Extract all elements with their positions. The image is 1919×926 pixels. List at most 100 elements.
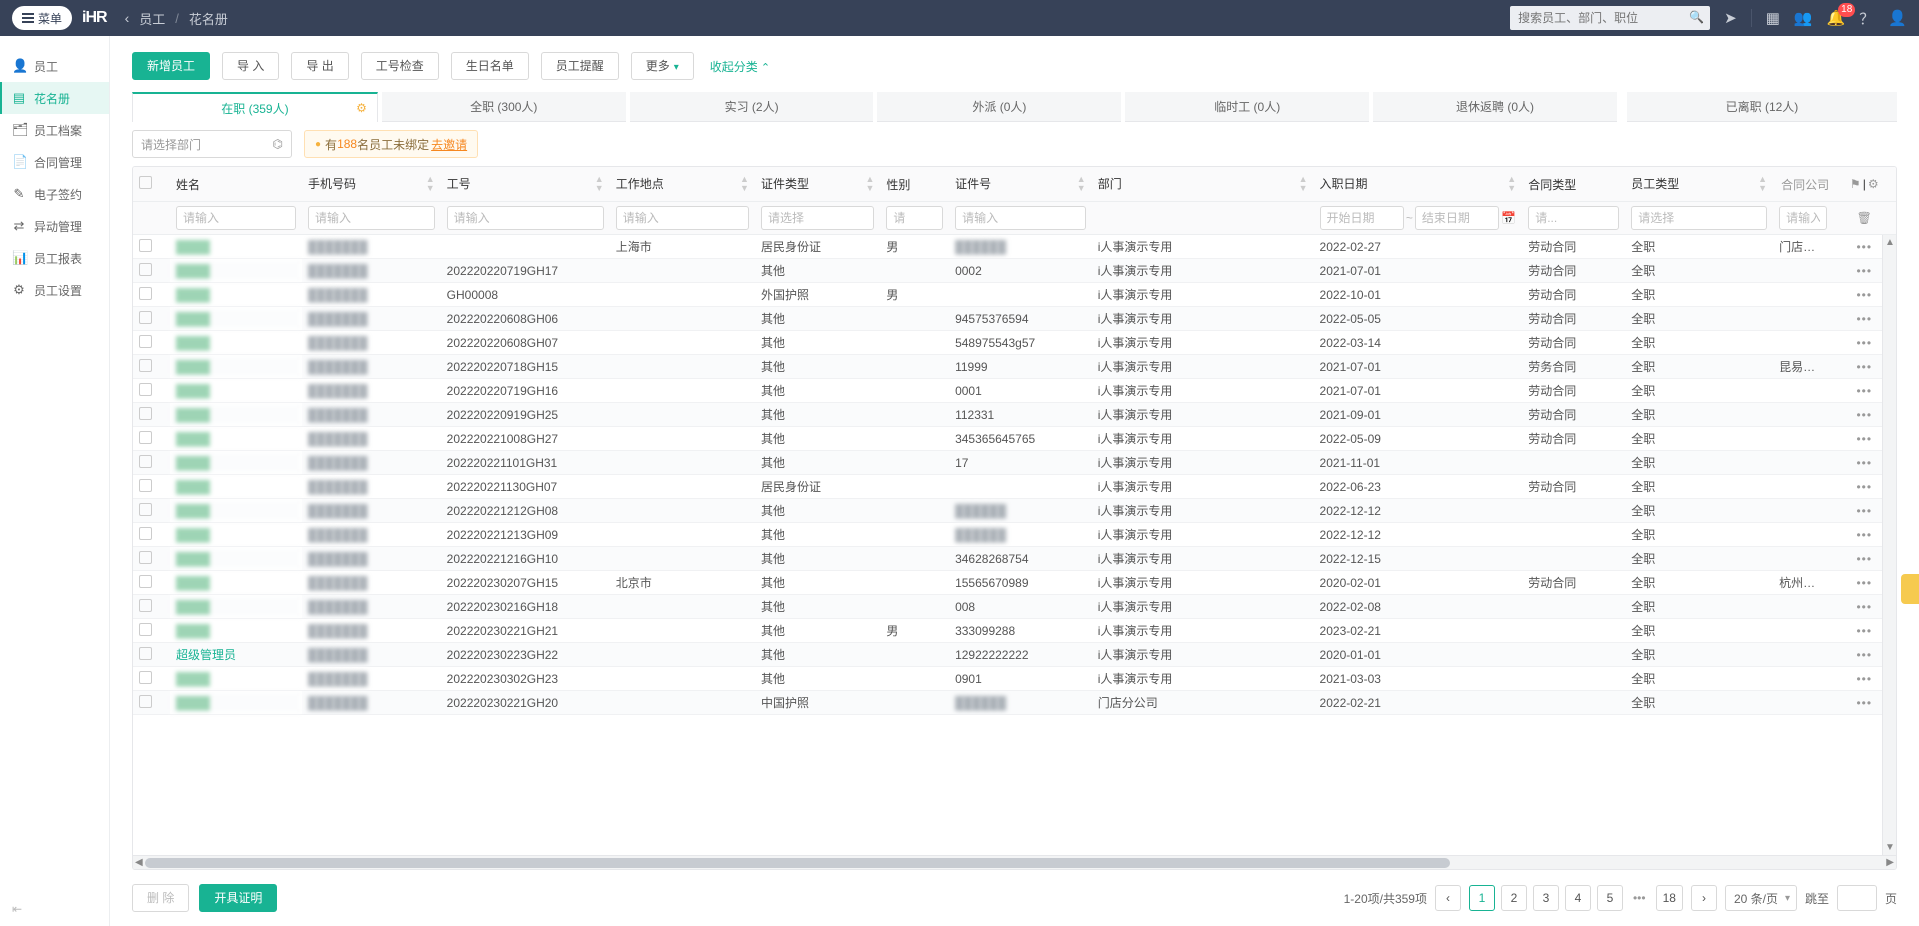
table-row[interactable]: ███████████202220230216GH18其他008i人事演示专用2… <box>133 595 1896 619</box>
row-actions-icon[interactable]: ••• <box>1856 408 1872 422</box>
table-row[interactable]: ███████████202220230221GH21其他男333099288i… <box>133 619 1896 643</box>
row-checkbox[interactable] <box>139 455 152 468</box>
row-checkbox[interactable] <box>139 407 152 420</box>
scroll-left-icon[interactable]: ◀ <box>135 857 143 868</box>
filter-loc-input[interactable] <box>616 206 749 230</box>
delete-button[interactable]: 删 除 <box>132 884 189 912</box>
row-checkbox[interactable] <box>139 359 152 372</box>
scroll-thumb[interactable] <box>145 858 1450 868</box>
page-button-4[interactable]: 4 <box>1565 885 1591 911</box>
row-checkbox[interactable] <box>139 263 152 276</box>
row-checkbox[interactable] <box>139 599 152 612</box>
tab-2[interactable]: 实习 (2人) <box>630 92 874 122</box>
row-actions-icon[interactable]: ••• <box>1856 600 1872 614</box>
more-button[interactable]: 更多 <box>631 52 694 80</box>
table-row[interactable]: ███████████202220230221GH20中国护照██████门店分… <box>133 691 1896 715</box>
table-row[interactable]: ███████████202220230207GH15北京市其他15565670… <box>133 571 1896 595</box>
invite-link[interactable]: 去邀请 <box>431 136 467 153</box>
row-checkbox[interactable] <box>139 647 152 660</box>
row-actions-icon[interactable]: ••• <box>1856 384 1872 398</box>
col-idno[interactable]: 证件号▲▼ <box>949 167 1092 202</box>
cell-name[interactable]: ████ <box>170 355 302 379</box>
col-dept[interactable]: 部门▲▼ <box>1092 167 1314 202</box>
scroll-right-icon[interactable]: ▶ <box>1886 857 1894 868</box>
table-row[interactable]: ███████████202220221212GH08其他██████i人事演示… <box>133 499 1896 523</box>
row-checkbox[interactable] <box>139 551 152 564</box>
search-icon[interactable]: 🔍 <box>1689 10 1704 24</box>
row-checkbox[interactable] <box>139 311 152 324</box>
cell-name[interactable]: ████ <box>170 571 302 595</box>
table-row[interactable]: ███████████202220221008GH27其他34536564576… <box>133 427 1896 451</box>
menu-button[interactable]: 菜单 <box>12 6 72 30</box>
issue-certificate-button[interactable]: 开具证明 <box>199 884 277 912</box>
sidebar-item-4[interactable]: ✎电子签约 <box>0 178 109 210</box>
row-actions-icon[interactable]: ••• <box>1856 672 1872 686</box>
cell-name[interactable]: ████ <box>170 691 302 715</box>
dept-select[interactable]: 请选择部门 ⌬ <box>132 130 292 158</box>
tab-5[interactable]: 退休返聘 (0人) <box>1373 92 1617 122</box>
sidebar-item-2[interactable]: 🗂员工档案 <box>0 114 109 146</box>
sidebar-item-7[interactable]: ⚙员工设置 <box>0 274 109 306</box>
row-checkbox[interactable] <box>139 287 152 300</box>
tab-3[interactable]: 外派 (0人) <box>877 92 1121 122</box>
page-button-1[interactable]: 1 <box>1469 885 1495 911</box>
row-checkbox[interactable] <box>139 383 152 396</box>
user-icon[interactable]: 👤 <box>1888 9 1907 27</box>
add-employee-button[interactable]: 新增员工 <box>132 52 210 80</box>
row-checkbox[interactable] <box>139 671 152 684</box>
last-page-button[interactable]: 18 <box>1656 885 1683 911</box>
scroll-down-icon[interactable]: ▼ <box>1885 842 1895 853</box>
col-name[interactable]: 姓名 <box>170 167 302 202</box>
sidebar-item-5[interactable]: ⇄异动管理 <box>0 210 109 242</box>
birthday-list-button[interactable]: 生日名单 <box>451 52 529 80</box>
next-page-button[interactable]: › <box>1691 885 1717 911</box>
sidebar-item-6[interactable]: 📊员工报表 <box>0 242 109 274</box>
scroll-up-icon[interactable]: ▲ <box>1885 237 1895 248</box>
sidebar-collapse-icon[interactable]: ⇤ <box>12 902 22 916</box>
row-actions-icon[interactable]: ••• <box>1856 648 1872 662</box>
tab-0[interactable]: 在职 (359人)⚙ <box>132 92 378 122</box>
send-icon[interactable]: ➤ <box>1724 9 1737 27</box>
row-actions-icon[interactable]: ••• <box>1856 528 1872 542</box>
row-actions-icon[interactable]: ••• <box>1856 360 1872 374</box>
row-actions-icon[interactable]: ••• <box>1856 552 1872 566</box>
global-search[interactable]: 🔍 <box>1510 6 1710 30</box>
row-actions-icon[interactable]: ••• <box>1856 288 1872 302</box>
import-button[interactable]: 导 入 <box>222 52 279 80</box>
filter-ctype-select[interactable] <box>1528 206 1619 230</box>
prev-page-button[interactable]: ‹ <box>1435 885 1461 911</box>
filter-icon[interactable]: ⚑ <box>1850 177 1861 191</box>
table-row[interactable]: 超级管理员███████202220230223GH22其他1292222222… <box>133 643 1896 667</box>
settings-icon[interactable]: ⚙ <box>1868 177 1879 191</box>
row-checkbox[interactable] <box>139 575 152 588</box>
row-actions-icon[interactable]: ••• <box>1856 312 1872 326</box>
qrcode-icon[interactable]: ▦ <box>1751 9 1780 27</box>
row-actions-icon[interactable]: ••• <box>1856 240 1872 254</box>
col-idtype[interactable]: 证件类型▲▼ <box>755 167 880 202</box>
row-actions-icon[interactable]: ••• <box>1856 480 1872 494</box>
sidebar-item-1[interactable]: ▤花名册 <box>0 82 109 114</box>
cell-name[interactable]: ████ <box>170 667 302 691</box>
page-button-5[interactable]: 5 <box>1597 885 1623 911</box>
row-checkbox[interactable] <box>139 479 152 492</box>
table-row[interactable]: ███████████202220220719GH16其他0001i人事演示专用… <box>133 379 1896 403</box>
filter-idtype-select[interactable] <box>761 206 874 230</box>
row-checkbox[interactable] <box>139 623 152 636</box>
cell-name[interactable]: ████ <box>170 379 302 403</box>
id-check-button[interactable]: 工号检查 <box>361 52 439 80</box>
row-actions-icon[interactable]: ••• <box>1856 504 1872 518</box>
row-actions-icon[interactable]: ••• <box>1856 432 1872 446</box>
col-sex[interactable]: 性别 <box>880 167 949 202</box>
col-ctype[interactable]: 合同类型 <box>1522 167 1625 202</box>
table-row[interactable]: ███████████202220230302GH23其他0901i人事演示专用… <box>133 667 1896 691</box>
sidebar-item-3[interactable]: 📄合同管理 <box>0 146 109 178</box>
row-actions-icon[interactable]: ••• <box>1856 624 1872 638</box>
filter-co-input[interactable] <box>1779 206 1826 230</box>
cell-name[interactable]: ████ <box>170 619 302 643</box>
row-actions-icon[interactable]: ••• <box>1856 336 1872 350</box>
row-checkbox[interactable] <box>139 431 152 444</box>
row-actions-icon[interactable]: ••• <box>1856 456 1872 470</box>
table-row[interactable]: ███████████202220221101GH31其他17i人事演示专用20… <box>133 451 1896 475</box>
cell-name[interactable]: ████ <box>170 331 302 355</box>
cell-name[interactable]: ████ <box>170 259 302 283</box>
